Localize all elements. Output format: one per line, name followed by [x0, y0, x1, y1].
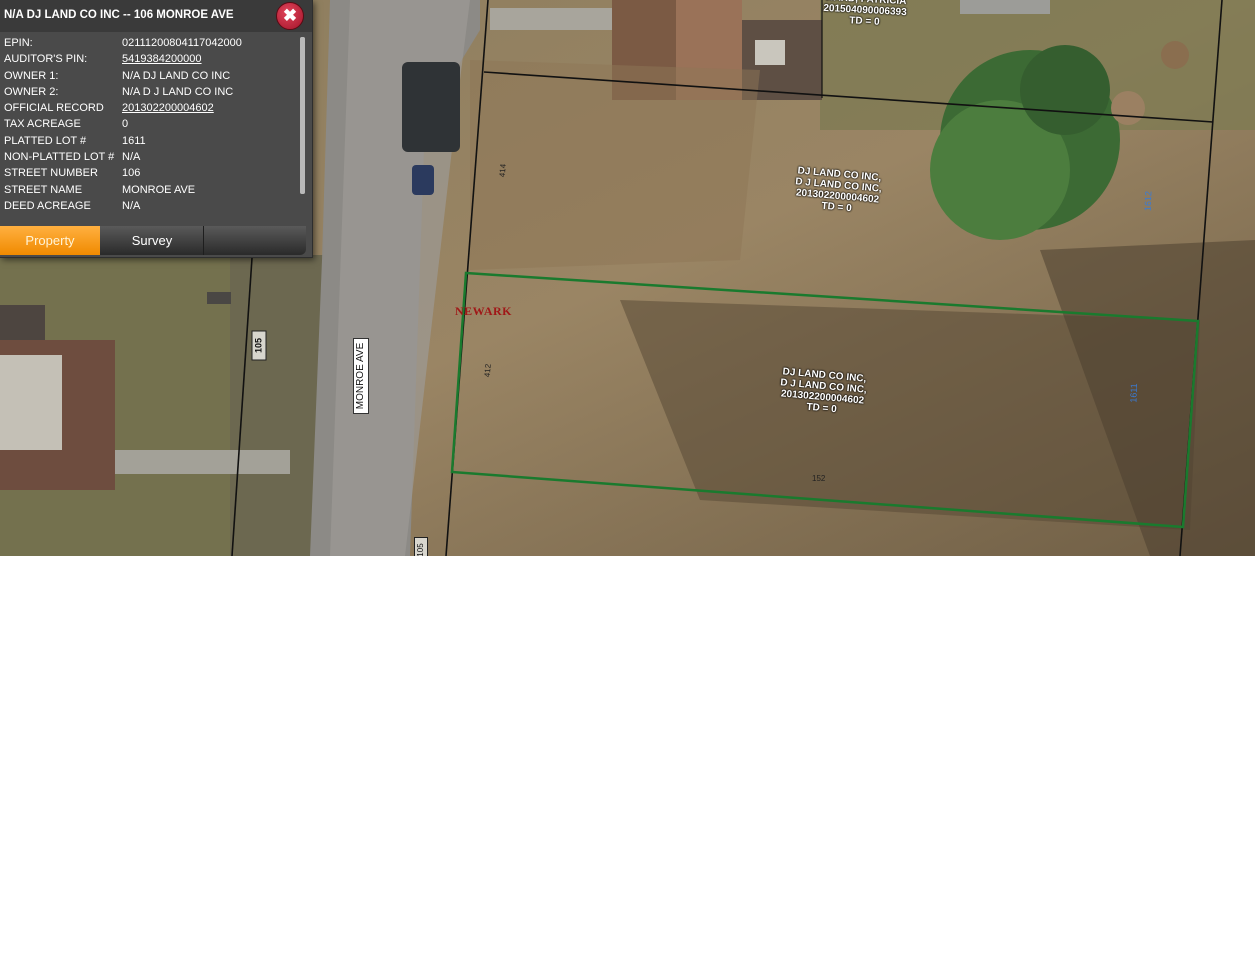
attribute-value: 021112008041170420​00 [122, 37, 242, 49]
evergreen-tree-top [1020, 45, 1110, 135]
attribute-label: AUDITOR'S PIN: [4, 53, 88, 66]
attribute-value: N/A [122, 199, 141, 212]
parked-vehicle [402, 62, 460, 152]
trash-bin [412, 165, 434, 195]
attribute-row: EPIN: 021112008041170420​00 [0, 35, 300, 51]
close-icon: ✖ [282, 6, 298, 25]
shed-north [755, 40, 785, 65]
tab-empty[interactable] [204, 226, 306, 255]
attribute-row: STREET NUMBER 106 [0, 165, 300, 181]
lot-number-bottom: 105 [414, 537, 428, 556]
popup-tab-bar: Property Survey [0, 226, 306, 255]
popup-title: N/A DJ LAND CO INC -- 106 MONROE AVE [4, 9, 234, 21]
lawn-strip [230, 255, 325, 556]
attribute-row: OFFICIAL RECORD 201302200004602 [0, 100, 300, 116]
front-number-2: 412 [482, 363, 493, 378]
attribute-label: TAX ACREAGE [4, 118, 81, 131]
popup-header: N/A DJ LAND CO INC -- 106 MONROE AVE ✖ [0, 0, 312, 32]
attribute-value: N/A D J LAND CO INC [122, 85, 234, 98]
attribute-label: DEED ACREAGE [4, 199, 91, 212]
attribute-label: NON-PLATTED LOT # [4, 151, 115, 164]
close-button[interactable]: ✖ [276, 2, 304, 30]
auditor-pin-link[interactable]: 5419384200000 [122, 53, 202, 65]
attribute-row: DEED ACREAGE N/A [0, 198, 300, 214]
house-northeast [960, 0, 1050, 14]
lot-number-left: 105 [251, 330, 267, 361]
city-label-newark: NEWARK [455, 304, 513, 318]
small-shed [207, 292, 231, 304]
driveway [490, 8, 620, 30]
attribute-list: EPIN: 021112008041170420​00 AUDITOR'S PI… [0, 35, 300, 214]
house-west-roof [0, 355, 62, 450]
attribute-row: OWNER 1: N/A DJ LAND CO INC [0, 68, 300, 84]
attribute-label: EPIN: [4, 37, 33, 49]
front-number-1: 414 [497, 163, 508, 178]
attribute-label: OWNER 2: [4, 85, 59, 98]
attribute-value: 1611 [122, 134, 146, 147]
official-record-link[interactable]: 201302200004602 [122, 102, 214, 114]
stump-2 [1161, 41, 1189, 69]
south-number: 152 [812, 474, 826, 483]
attribute-label: STREET NUMBER [4, 167, 98, 180]
attribute-row: STREET NAME MONROE AVE [0, 182, 300, 198]
attribute-value: N/A DJ LAND CO INC [122, 69, 231, 82]
attribute-row: NON-PLATTED LOT # N/A [0, 149, 300, 165]
west-driveway [110, 450, 290, 474]
lot-number-middle: 1612 [1142, 190, 1154, 212]
attribute-label: OWNER 1: [4, 69, 59, 82]
parcel-info-popup: N/A DJ LAND CO INC -- 106 MONROE AVE ✖ E… [0, 0, 313, 258]
attribute-value: 106 [122, 167, 141, 180]
attribute-row: PLATTED LOT # 1611 [0, 133, 300, 149]
attribute-value: N/A [122, 151, 141, 164]
attribute-label: OFFICIAL RECORD [4, 102, 104, 115]
attribute-row: OWNER 2: N/A D J LAND CO INC [0, 84, 300, 100]
attribute-value: 0 [122, 118, 129, 131]
lot-number-selected: 1611 [1128, 383, 1140, 403]
attribute-row: AUDITOR'S PIN: 5419384200000 [0, 51, 300, 67]
attribute-value: MONROE AVE [122, 183, 196, 196]
attribute-label: STREET NAME [4, 183, 83, 196]
tab-survey[interactable]: Survey [101, 226, 204, 255]
attribute-label: PLATTED LOT # [4, 134, 87, 147]
house-west-annex [0, 305, 45, 340]
tab-property[interactable]: Property [0, 226, 100, 255]
street-label-monroe-ave: MONROE AVE [353, 338, 369, 414]
attribute-row: TAX ACREAGE 0 [0, 116, 300, 132]
brush-area [470, 60, 760, 270]
stump-1 [1111, 91, 1145, 125]
scrollbar-thumb[interactable] [300, 37, 305, 194]
